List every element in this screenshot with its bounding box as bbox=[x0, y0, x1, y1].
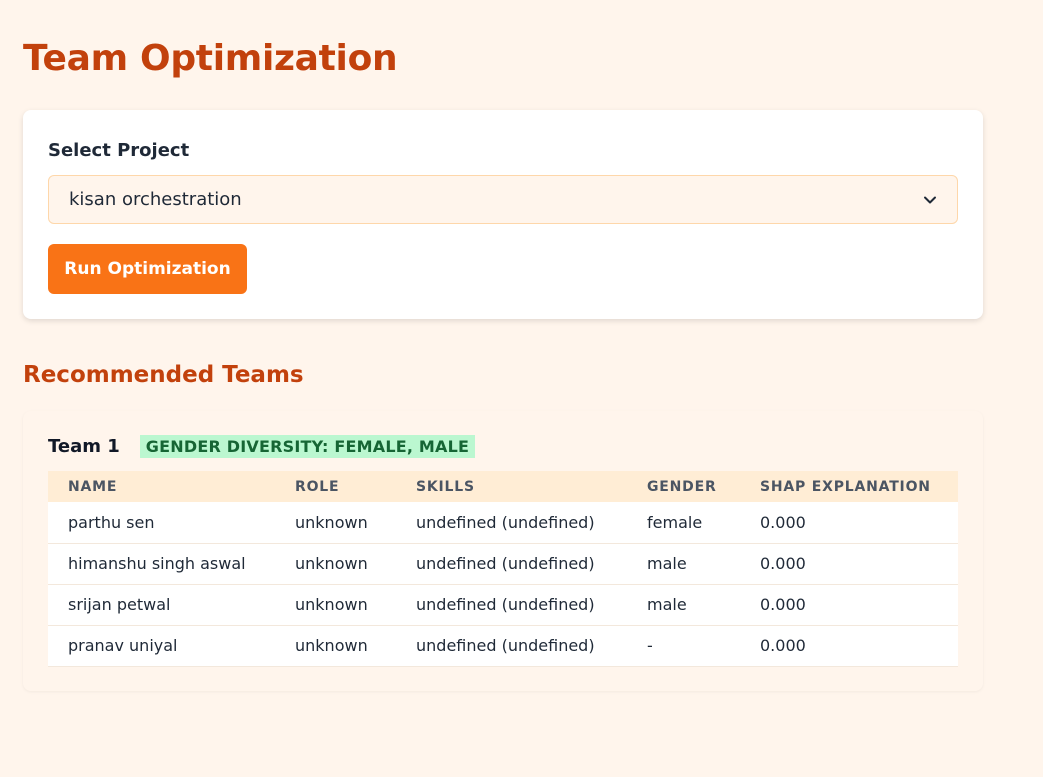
table-row: pranav uniyal unknown undefined (undefin… bbox=[48, 625, 958, 667]
member-skills: undefined (undefined) bbox=[396, 625, 627, 667]
member-name: parthu sen bbox=[48, 502, 275, 544]
member-skills: undefined (undefined) bbox=[396, 502, 627, 544]
team-members-table: NAME ROLE SKILLS GENDER SHAP EXPLANATION… bbox=[48, 471, 958, 667]
member-role: unknown bbox=[275, 584, 396, 626]
team-name: Team 1 bbox=[48, 436, 120, 457]
column-header-shap: SHAP EXPLANATION bbox=[760, 478, 931, 495]
team-header: Team 1 GENDER DIVERSITY: FEMALE, MALE bbox=[48, 435, 476, 458]
member-role: unknown bbox=[275, 502, 396, 544]
member-role: unknown bbox=[275, 543, 396, 585]
member-skills: undefined (undefined) bbox=[396, 543, 627, 585]
column-header-gender: GENDER bbox=[647, 478, 717, 495]
member-gender: female bbox=[627, 502, 740, 544]
project-card: Select Project kisan orchestration Run O… bbox=[23, 110, 983, 319]
member-shap: 0.000 bbox=[740, 584, 958, 626]
member-gender: male bbox=[627, 543, 740, 585]
gender-diversity-badge: GENDER DIVERSITY: FEMALE, MALE bbox=[139, 435, 476, 458]
member-role: unknown bbox=[275, 625, 396, 667]
select-project-label: Select Project bbox=[48, 140, 190, 161]
member-shap: 0.000 bbox=[740, 625, 958, 667]
column-header-skills: SKILLS bbox=[416, 478, 475, 495]
run-optimization-button[interactable]: Run Optimization bbox=[48, 244, 247, 294]
project-select-value: kisan orchestration bbox=[69, 189, 242, 210]
recommended-teams-title: Recommended Teams bbox=[23, 362, 304, 388]
column-header-role: ROLE bbox=[295, 478, 340, 495]
table-header-row: NAME ROLE SKILLS GENDER SHAP EXPLANATION bbox=[48, 471, 958, 502]
chevron-down-icon bbox=[923, 193, 937, 207]
table-row: parthu sen unknown undefined (undefined)… bbox=[48, 502, 958, 544]
team-card: Team 1 GENDER DIVERSITY: FEMALE, MALE NA… bbox=[23, 411, 983, 691]
member-skills: undefined (undefined) bbox=[396, 584, 627, 626]
column-header-name: NAME bbox=[68, 478, 118, 495]
member-shap: 0.000 bbox=[740, 543, 958, 585]
member-name: pranav uniyal bbox=[48, 625, 275, 667]
member-name: himanshu singh aswal bbox=[48, 543, 275, 585]
member-shap: 0.000 bbox=[740, 502, 958, 544]
page-title: Team Optimization bbox=[23, 38, 398, 79]
member-gender: male bbox=[627, 584, 740, 626]
project-select[interactable]: kisan orchestration bbox=[48, 175, 958, 224]
member-gender: - bbox=[627, 625, 740, 667]
member-name: srijan petwal bbox=[48, 584, 275, 626]
table-row: himanshu singh aswal unknown undefined (… bbox=[48, 543, 958, 585]
table-row: srijan petwal unknown undefined (undefin… bbox=[48, 584, 958, 626]
